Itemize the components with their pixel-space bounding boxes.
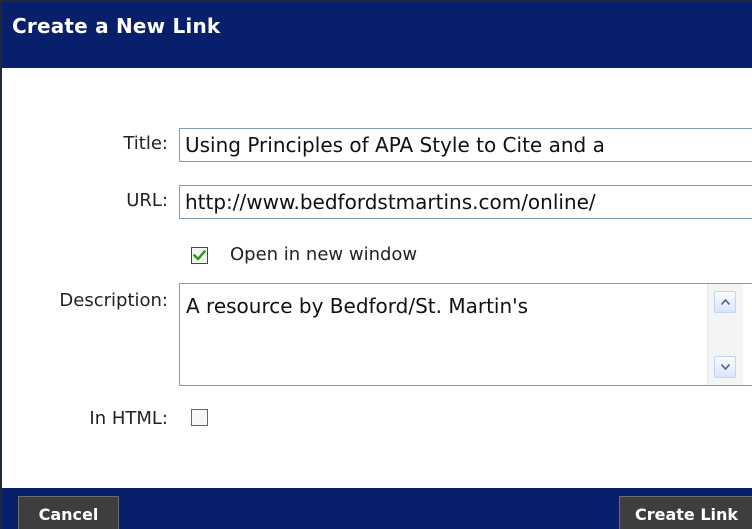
- dialog-title: Create a New Link: [12, 14, 221, 38]
- dialog-footer: Cancel Create Link: [2, 488, 752, 529]
- scroll-down-arrow-icon: [720, 364, 730, 370]
- scroll-up-button[interactable]: [714, 291, 736, 313]
- in-html-checkbox[interactable]: [191, 409, 208, 426]
- checkmark-icon: [193, 250, 206, 261]
- description-text: A resource by Bedford/St. Martin's: [186, 294, 529, 318]
- description-textarea[interactable]: A resource by Bedford/St. Martin's: [179, 283, 752, 386]
- url-input[interactable]: [179, 185, 752, 219]
- dialog-title-bar: Create a New Link: [2, 2, 752, 68]
- scroll-down-button[interactable]: [714, 356, 736, 378]
- url-label: URL:: [126, 190, 168, 211]
- scroll-up-arrow-icon: [720, 299, 730, 305]
- open-new-window-checkbox[interactable]: [191, 247, 208, 264]
- title-input[interactable]: [179, 128, 752, 162]
- open-new-window-label: Open in new window: [230, 244, 418, 265]
- create-link-dialog: Create a New Link Title: URL: Open in ne…: [0, 0, 752, 529]
- description-label: Description:: [59, 290, 168, 311]
- description-scrollbar[interactable]: [707, 284, 743, 385]
- in-html-label: In HTML:: [89, 408, 168, 429]
- title-label: Title:: [123, 133, 168, 154]
- create-link-button[interactable]: Create Link: [619, 496, 752, 529]
- cancel-button[interactable]: Cancel: [18, 496, 119, 529]
